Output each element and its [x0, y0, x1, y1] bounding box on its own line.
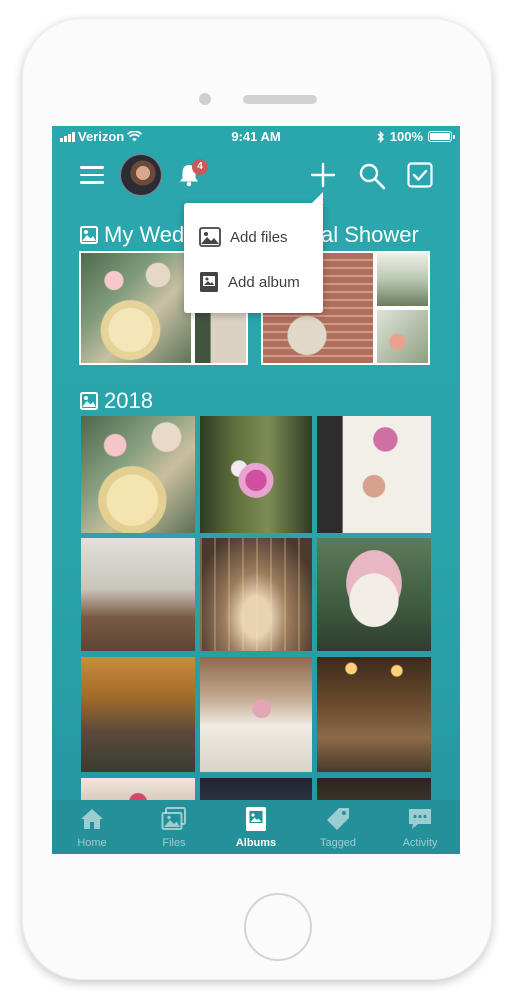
photo-tile[interactable] [317, 657, 431, 772]
select-checkbox-icon[interactable] [407, 162, 433, 188]
tab-activity[interactable]: Activity [380, 806, 460, 849]
images-icon [161, 807, 186, 830]
front-camera [199, 93, 211, 105]
add-album-label: Add album [228, 273, 300, 291]
tab-label: Tagged [319, 837, 357, 849]
tab-label: Albums [235, 837, 277, 849]
add-files-label: Add files [230, 228, 288, 246]
menu-item-add-files[interactable]: Add files [199, 227, 288, 247]
earpiece-speaker [243, 95, 317, 104]
status-right: 100% [377, 129, 455, 144]
album-photo[interactable] [375, 251, 430, 308]
tab-label: Home [77, 837, 107, 849]
avatar[interactable] [120, 154, 162, 196]
tab-home[interactable]: Home [52, 806, 132, 849]
section-title: 2018 [104, 388, 153, 413]
status-bar: Verizon 9:41 AM 100% [52, 126, 460, 148]
album-book-icon [200, 272, 218, 292]
search-icon[interactable] [358, 162, 386, 190]
album-photo[interactable] [79, 251, 193, 365]
photo-tile[interactable] [81, 538, 195, 651]
photo-tile[interactable] [317, 538, 431, 651]
photo-tile[interactable] [200, 416, 312, 533]
tab-label: Activity [402, 837, 438, 849]
album-icon [80, 226, 98, 244]
album-title-left: My Wed [104, 222, 185, 247]
album-title-right-row[interactable]: al Shower [321, 222, 419, 248]
home-icon [81, 809, 103, 829]
tab-label: Files [162, 837, 186, 849]
section-2018-title[interactable]: 2018 [80, 388, 153, 414]
add-icon[interactable] [310, 162, 336, 188]
menu-icon[interactable] [80, 166, 104, 184]
album-photo[interactable] [375, 308, 430, 365]
notification-badge: 4 [192, 159, 208, 175]
album-title-right: al Shower [321, 222, 419, 247]
home-button[interactable] [244, 893, 312, 961]
bluetooth-icon [377, 130, 384, 143]
battery-percent: 100% [389, 129, 423, 144]
photo-tile[interactable] [200, 657, 312, 772]
tab-tagged[interactable]: Tagged [298, 806, 378, 849]
tab-bar: Home Files Albums Tagged Activity [52, 800, 460, 854]
album-icon [80, 392, 98, 410]
photo-tile[interactable] [200, 538, 312, 651]
photo-tile[interactable] [317, 416, 431, 533]
tab-albums[interactable]: Albums [216, 806, 296, 849]
tag-icon [327, 808, 349, 830]
photo-tile[interactable] [81, 657, 195, 772]
battery-icon [428, 131, 455, 142]
add-menu-dropdown: Add files Add album [184, 192, 323, 313]
menu-item-add-album[interactable]: Add album [199, 271, 300, 293]
album-title-row[interactable]: My Wed [80, 222, 184, 248]
chat-icon [409, 809, 431, 829]
image-icon [199, 227, 221, 247]
app-screen: Verizon 9:41 AM 100% 4 My Wed al Shower [52, 126, 460, 854]
photo-tile[interactable] [81, 416, 195, 533]
album-icon [246, 807, 266, 831]
tab-files[interactable]: Files [134, 806, 214, 849]
